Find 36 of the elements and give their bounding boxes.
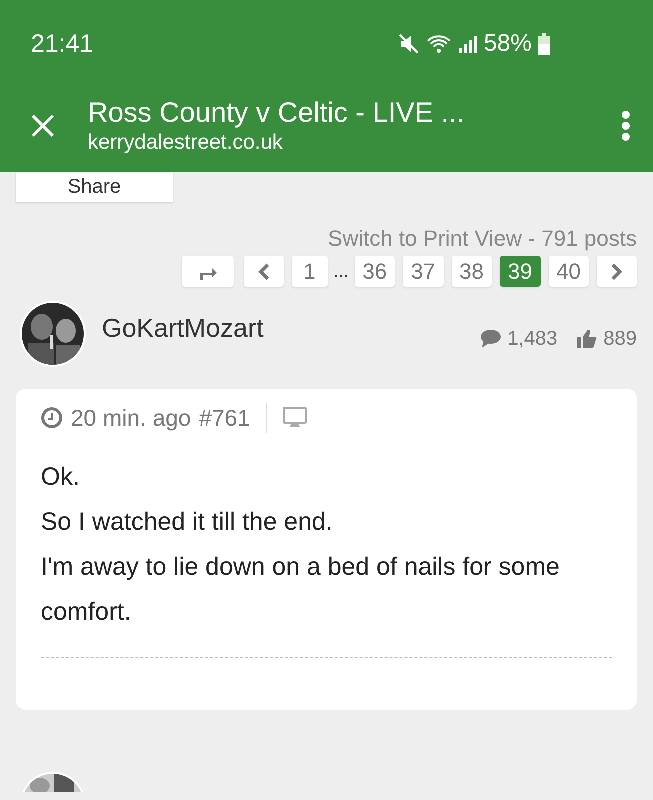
menu-icon[interactable] <box>621 110 631 142</box>
page-button[interactable]: 36 <box>354 256 396 287</box>
speech-bubble-icon <box>480 329 502 349</box>
like-count: 889 <box>604 328 637 350</box>
print-view-link[interactable]: Switch to Print View - 791 posts <box>328 226 637 252</box>
page-url: kerrydalestreet.co.uk <box>88 130 284 156</box>
signal-icon <box>458 34 478 54</box>
page-button[interactable]: 37 <box>403 256 444 287</box>
post-text: I'm away to lie down on a bed of nails for some comfort. <box>41 552 561 628</box>
thumbs-up-icon <box>576 329 598 349</box>
post-text: So I watched it till the end. <box>41 507 334 538</box>
page-title: Ross County v Celtic - LIVE ... <box>88 96 466 130</box>
wifi-icon <box>426 33 452 55</box>
pagination-ellipsis: ... <box>334 261 349 282</box>
battery-icon <box>538 33 550 55</box>
post-time: 20 min. ago <box>71 404 192 432</box>
mute-icon <box>398 33 420 55</box>
share-button[interactable]: Share <box>16 172 173 202</box>
page-button[interactable]: 38 <box>452 256 492 287</box>
monitor-icon <box>283 407 308 429</box>
author-name[interactable]: GoKartMozart <box>102 312 480 344</box>
next-page-button[interactable] <box>597 256 637 287</box>
page-button[interactable]: 1 <box>292 256 328 287</box>
post-number[interactable]: #761 <box>199 404 250 432</box>
chevron-right-icon <box>611 262 623 280</box>
post-text: Ok. <box>41 462 81 493</box>
clock-icon <box>41 407 63 429</box>
page-button[interactable]: 40 <box>548 256 589 287</box>
status-time: 21:41 <box>31 30 94 58</box>
comment-count: 1,483 <box>508 328 558 350</box>
previous-page-button[interactable] <box>244 256 284 287</box>
close-icon[interactable] <box>30 113 56 139</box>
jump-button[interactable] <box>182 256 234 287</box>
battery-percent: 58% <box>484 30 532 58</box>
chevron-left-icon <box>258 262 270 280</box>
page-button[interactable]: 39 <box>500 256 541 287</box>
